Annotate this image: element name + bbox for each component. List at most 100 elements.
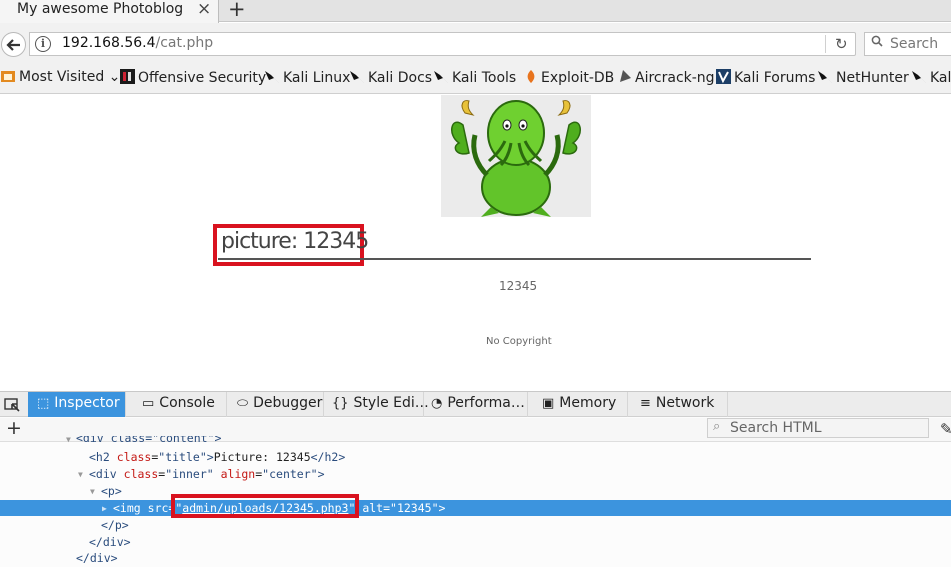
bookmark-label: Kali Forums	[734, 70, 816, 86]
tag-end: >	[438, 501, 446, 515]
bookmark-kali-linux[interactable]: Kali Linux	[264, 69, 350, 88]
bookmark-aircrack-ng[interactable]: Aircrack-ng	[618, 69, 715, 88]
memory-icon: ▣	[542, 396, 555, 411]
markup-line[interactable]: </p>	[0, 517, 951, 533]
markup-line[interactable]: ▼ <div class="inner" align="center">	[0, 466, 951, 482]
bookmark-kal[interactable]: Kal	[911, 69, 951, 88]
tag-name: </div>	[76, 551, 118, 565]
kali-dragon-icon	[911, 69, 927, 88]
back-arrow-icon	[6, 39, 20, 51]
search-icon	[871, 35, 883, 51]
bookmark-kali-forums[interactable]: Kali Forums	[716, 69, 815, 88]
bookmark-label: Kali Linux	[283, 70, 351, 86]
bookmark-label: Exploit-DB	[541, 70, 615, 86]
attr-value: "inner"	[165, 467, 214, 481]
attr-name: class	[116, 450, 152, 464]
devtools-tabbar: ⬚ Inspector ▭ Console ⬭ Debugger {} Style Ed…	[0, 392, 951, 417]
tag-name: <h2	[89, 450, 110, 464]
collapse-triangle-icon[interactable]: ▼	[90, 484, 95, 500]
search-icon: ⌕	[713, 419, 721, 434]
bookmark-label: Most Visited	[19, 69, 105, 85]
tab-label: Network	[655, 395, 715, 411]
tag-name: <p>	[101, 484, 122, 498]
markup-line-selected[interactable]: ▶ <img src="admin/uploads/12345.php3" al…	[0, 500, 951, 516]
tab-label: Inspector	[54, 395, 120, 411]
collapse-triangle-icon[interactable]: ▼	[66, 436, 71, 446]
bookmark-exploit-db[interactable]: Exploit-DB	[524, 69, 614, 88]
markup-line[interactable]: </div>	[0, 550, 951, 566]
console-icon: ▭	[142, 396, 155, 411]
offsec-icon	[120, 69, 135, 88]
bookmark-kali-tools[interactable]: Kali Tools	[433, 69, 516, 88]
exploit-db-icon	[524, 69, 538, 88]
close-tab-icon[interactable]: ×	[197, 0, 211, 18]
kali-dragon-icon	[817, 69, 833, 88]
bookmark-label: NetHunter	[836, 70, 909, 86]
tab-network[interactable]: ≡ Network	[630, 392, 728, 417]
debugger-icon: ⬭	[237, 396, 249, 411]
tag-name: <div	[89, 467, 117, 481]
url-path: /cat.php	[155, 35, 214, 51]
tab-label: Console	[159, 395, 215, 411]
tab-console[interactable]: ▭ Console	[132, 392, 227, 417]
markup-line[interactable]: <h2 class="title">Picture: 12345</h2>	[0, 449, 951, 465]
tab-style-editor[interactable]: {} Style Edi…	[326, 392, 429, 417]
expand-triangle-icon[interactable]: ▶	[102, 501, 107, 517]
bookmark-offensive-security[interactable]: Offensive Security	[120, 69, 266, 88]
markup-line[interactable]: </div>	[0, 534, 951, 550]
picture-description: 12345	[499, 279, 538, 293]
bookmark-kali-docs[interactable]: Kali Docs	[349, 69, 432, 88]
highlight-box	[171, 494, 359, 518]
tab-strip: My awesome Photoblog × +	[0, 0, 951, 23]
text-node: Picture: 12345	[213, 450, 311, 464]
search-bar[interactable]: Search	[864, 32, 951, 56]
bookmark-most-visited[interactable]: Most Visited ⌄	[0, 69, 120, 87]
search-html-placeholder: Search HTML	[730, 420, 822, 436]
bookmark-label: Kal	[930, 70, 951, 86]
tab-label: Memory	[559, 395, 617, 411]
markup-line[interactable]: ▼ <p>	[0, 483, 951, 499]
most-visited-icon	[0, 69, 16, 87]
url-text[interactable]: 192.168.56.4/cat.php	[62, 35, 213, 51]
kali-dragon-icon	[264, 69, 280, 88]
info-icon[interactable]: i	[35, 36, 51, 52]
tab-memory[interactable]: ▣ Memory	[530, 392, 628, 417]
network-icon: ≡	[640, 396, 651, 411]
tab-title: My awesome Photoblog	[17, 1, 184, 17]
collapse-triangle-icon[interactable]: ▼	[78, 467, 83, 483]
back-button[interactable]	[1, 32, 26, 57]
bookmark-label: Offensive Security	[138, 70, 267, 86]
bookmarks-toolbar: Most Visited ⌄ Offensive Security Kali L…	[0, 63, 951, 94]
kali-forums-icon	[716, 69, 731, 88]
attr-name: class	[123, 467, 159, 481]
bookmark-label: Kali Tools	[452, 70, 517, 86]
tab-inspector[interactable]: ⬚ Inspector	[28, 392, 126, 417]
new-tab-icon[interactable]: +	[228, 0, 246, 21]
bookmark-label: Aircrack-ng	[635, 70, 715, 86]
element-picker-icon[interactable]	[0, 392, 25, 417]
style-editor-icon: {}	[332, 396, 349, 411]
tab-label: Debugger	[253, 395, 323, 411]
attr-value: "title"	[158, 450, 207, 464]
markup-line[interactable]: ▼ <div class="content">	[0, 436, 951, 446]
browser-tab[interactable]: My awesome Photoblog ×	[0, 0, 219, 23]
tab-debugger[interactable]: ⬭ Debugger	[229, 392, 324, 417]
url-host: 192.168.56.4	[62, 35, 156, 51]
cthulhu-picture	[441, 95, 591, 217]
tag-name: </p>	[101, 518, 129, 532]
reload-icon[interactable]: ↻	[835, 35, 848, 53]
navigation-bar: i 192.168.56.4/cat.php ↻ Search	[0, 23, 951, 63]
kali-dragon-icon	[433, 69, 449, 88]
picture-title: picture: 12345	[221, 229, 369, 254]
search-html-input[interactable]: ⌕ Search HTML	[707, 418, 929, 438]
attr-value: "12345"	[390, 501, 439, 515]
tab-performance[interactable]: ◔ Performa…	[426, 392, 528, 417]
tag-name: <img	[113, 501, 141, 515]
url-bar[interactable]: i 192.168.56.4/cat.php ↻	[29, 32, 856, 56]
search-placeholder: Search	[890, 36, 939, 52]
bookmark-nethunter[interactable]: NetHunter	[817, 69, 909, 88]
tag-end: >	[317, 467, 325, 481]
aircrack-icon	[618, 69, 632, 88]
url-divider	[825, 35, 826, 53]
inspector-icon: ⬚	[37, 396, 50, 411]
